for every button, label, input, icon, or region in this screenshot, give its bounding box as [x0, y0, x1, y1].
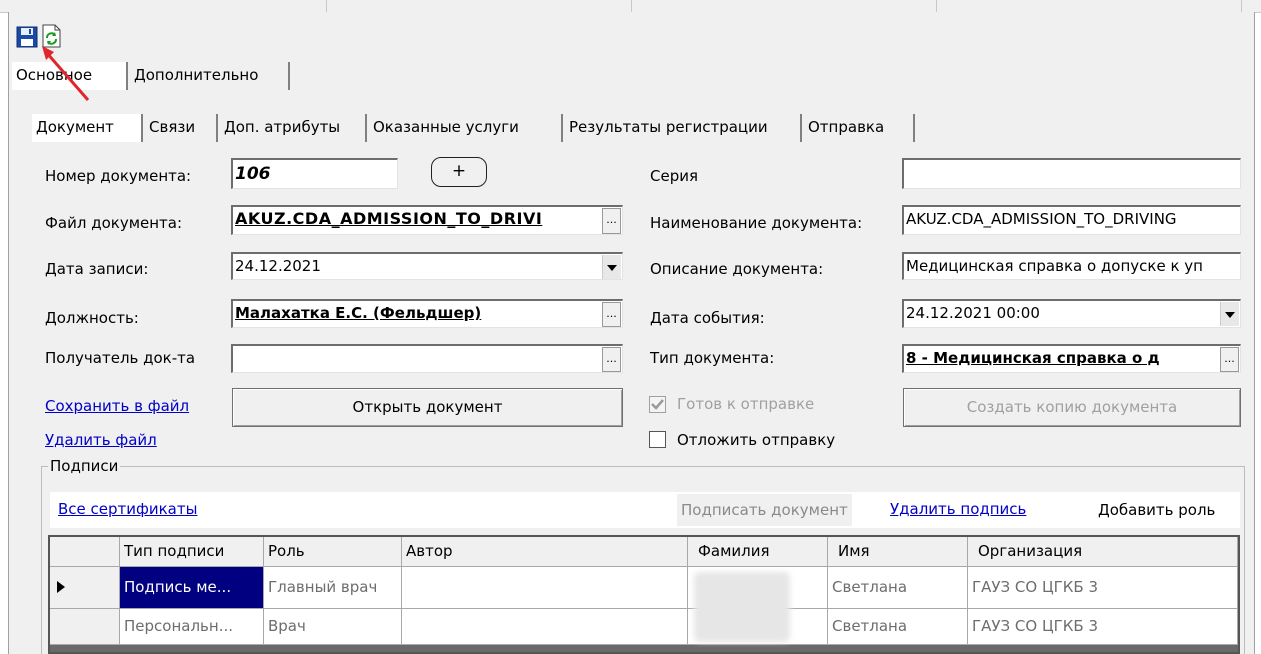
doc-name-label: Наименование документа: — [650, 214, 863, 232]
doc-file-field[interactable]: AKUZ.CDA_ADMISSION_TO_DRIVI ... — [231, 205, 623, 235]
tab-dopolnitelno[interactable]: Дополнительно — [130, 62, 290, 90]
check-icon — [651, 399, 664, 410]
table-cell[interactable] — [402, 567, 688, 609]
table-cell[interactable]: Врач — [264, 609, 402, 645]
checkbox-box — [649, 396, 666, 413]
doc-type-value: 8 - Медицинская справка о д — [906, 349, 1160, 367]
doc-type-browse-button[interactable]: ... — [1220, 347, 1239, 372]
position-label: Должность: — [45, 309, 139, 327]
column-header[interactable]: Фамилия — [688, 537, 828, 567]
position-value: Малахатка Е.С. (Фельдшер) — [235, 304, 482, 322]
doc-file-value: AKUZ.CDA_ADMISSION_TO_DRIVI — [235, 209, 543, 228]
table-cell[interactable]: Светлана — [828, 567, 968, 609]
chevron-down-icon[interactable] — [602, 255, 621, 279]
record-date-label: Дата записи: — [45, 260, 149, 278]
tab-label: Связи — [149, 118, 196, 136]
recipient-field[interactable]: ... — [231, 344, 623, 373]
column-header[interactable]: Имя — [828, 537, 968, 567]
doc-description-label: Описание документа: — [650, 260, 824, 278]
record-date-value: 24.12.2021 — [235, 257, 321, 275]
tab-label: Дополнительно — [134, 66, 259, 84]
event-date-value: 24.12.2021 00:00 — [906, 304, 1040, 322]
table-cell[interactable]: Подпись ме... — [120, 567, 264, 609]
recipient-label: Получатель док-та — [45, 349, 196, 367]
delete-signature-link[interactable]: Удалить подпись — [890, 500, 1026, 518]
sign-document-button[interactable]: Подписать документ — [677, 494, 852, 526]
ready-to-send-checkbox[interactable] — [649, 396, 666, 413]
series-label: Серия — [650, 167, 698, 185]
tab-label: Оказанные услуги — [373, 118, 519, 136]
signatures-group-label: Подписи — [48, 456, 121, 476]
doc-file-browse-button[interactable]: ... — [602, 208, 621, 234]
table-cell[interactable]: Светлана — [828, 609, 968, 645]
table-cell[interactable]: ГАУЗ СО ЦГКБ 3 — [968, 609, 1238, 645]
tab-label: Доп. атрибуты — [224, 118, 341, 136]
doc-name-field[interactable]: AKUZ.CDA_ADMISSION_TO_DRIVING — [902, 205, 1241, 235]
all-certificates-link[interactable]: Все сертификаты — [58, 500, 197, 518]
outer-tab-bar: Основное Дополнительно — [12, 62, 1252, 92]
recipient-browse-button[interactable]: ... — [602, 347, 621, 372]
ready-to-send-label: Готов к отправке — [677, 395, 815, 413]
row-indicator[interactable] — [50, 567, 120, 609]
open-document-button[interactable]: Открыть документ — [232, 388, 623, 427]
position-browse-button[interactable]: ... — [602, 302, 621, 327]
tab-links[interactable]: Связи — [145, 114, 218, 142]
record-date-dropdown[interactable]: 24.12.2021 — [231, 252, 623, 280]
column-header[interactable]: Роль — [264, 537, 402, 567]
chevron-down-icon[interactable] — [1220, 302, 1239, 326]
add-button[interactable]: + — [431, 157, 487, 187]
postpone-sending-label: Отложить отправку — [677, 431, 836, 449]
table-cell[interactable]: Главный врач — [264, 567, 402, 609]
event-date-dropdown[interactable]: 24.12.2021 00:00 — [902, 299, 1241, 328]
tab-sending[interactable]: Отправка — [804, 114, 915, 142]
doc-number-field[interactable]: 106 — [231, 158, 398, 189]
inner-tab-bar: Документ Связи Доп. атрибуты Оказанные у… — [32, 114, 1252, 144]
table-cell[interactable]: Персональн... — [120, 609, 264, 645]
tab-extra-attributes[interactable]: Доп. атрибуты — [220, 114, 367, 142]
row-indicator[interactable] — [50, 609, 120, 645]
column-header[interactable]: Тип подписи — [120, 537, 264, 567]
tab-label: Документ — [36, 118, 114, 136]
event-date-label: Дата события: — [650, 309, 765, 327]
redacted-surname — [694, 572, 790, 642]
tab-label: Результаты регистрации — [569, 118, 768, 136]
save-to-file-link[interactable]: Сохранить в файл — [45, 397, 189, 415]
doc-description-field[interactable]: Медицинская справка о допуске к уп — [902, 252, 1241, 280]
table-corner — [50, 537, 120, 567]
signatures-toolbar — [50, 492, 1240, 528]
doc-number-label: Номер документа: — [45, 167, 192, 185]
tab-services[interactable]: Оказанные услуги — [369, 114, 563, 142]
doc-type-field[interactable]: 8 - Медицинская справка о д ... — [902, 344, 1241, 373]
red-arrow-annotation — [42, 46, 90, 101]
copy-document-button[interactable]: Создать копию документа — [903, 388, 1241, 427]
tab-registration-results[interactable]: Результаты регистрации — [565, 114, 802, 142]
doc-type-label: Тип документа: — [650, 349, 775, 367]
column-header[interactable]: Автор — [402, 537, 688, 567]
position-field[interactable]: Малахатка Е.С. (Фельдшер) ... — [231, 299, 623, 328]
table-cell[interactable]: ГАУЗ СО ЦГКБ 3 — [968, 567, 1238, 609]
doc-file-label: Файл документа: — [45, 214, 183, 232]
delete-file-link[interactable]: Удалить файл — [45, 431, 157, 449]
table-cell[interactable] — [402, 609, 688, 645]
current-row-arrow-icon — [57, 581, 65, 593]
add-role-button[interactable]: Добавить роль — [1098, 500, 1215, 520]
tab-label: Отправка — [808, 118, 885, 136]
postpone-sending-checkbox[interactable] — [649, 431, 666, 448]
checkbox-box — [649, 431, 666, 448]
series-field[interactable] — [902, 158, 1241, 189]
column-header[interactable]: Организация — [968, 537, 1238, 567]
tab-document[interactable]: Документ — [32, 114, 143, 142]
